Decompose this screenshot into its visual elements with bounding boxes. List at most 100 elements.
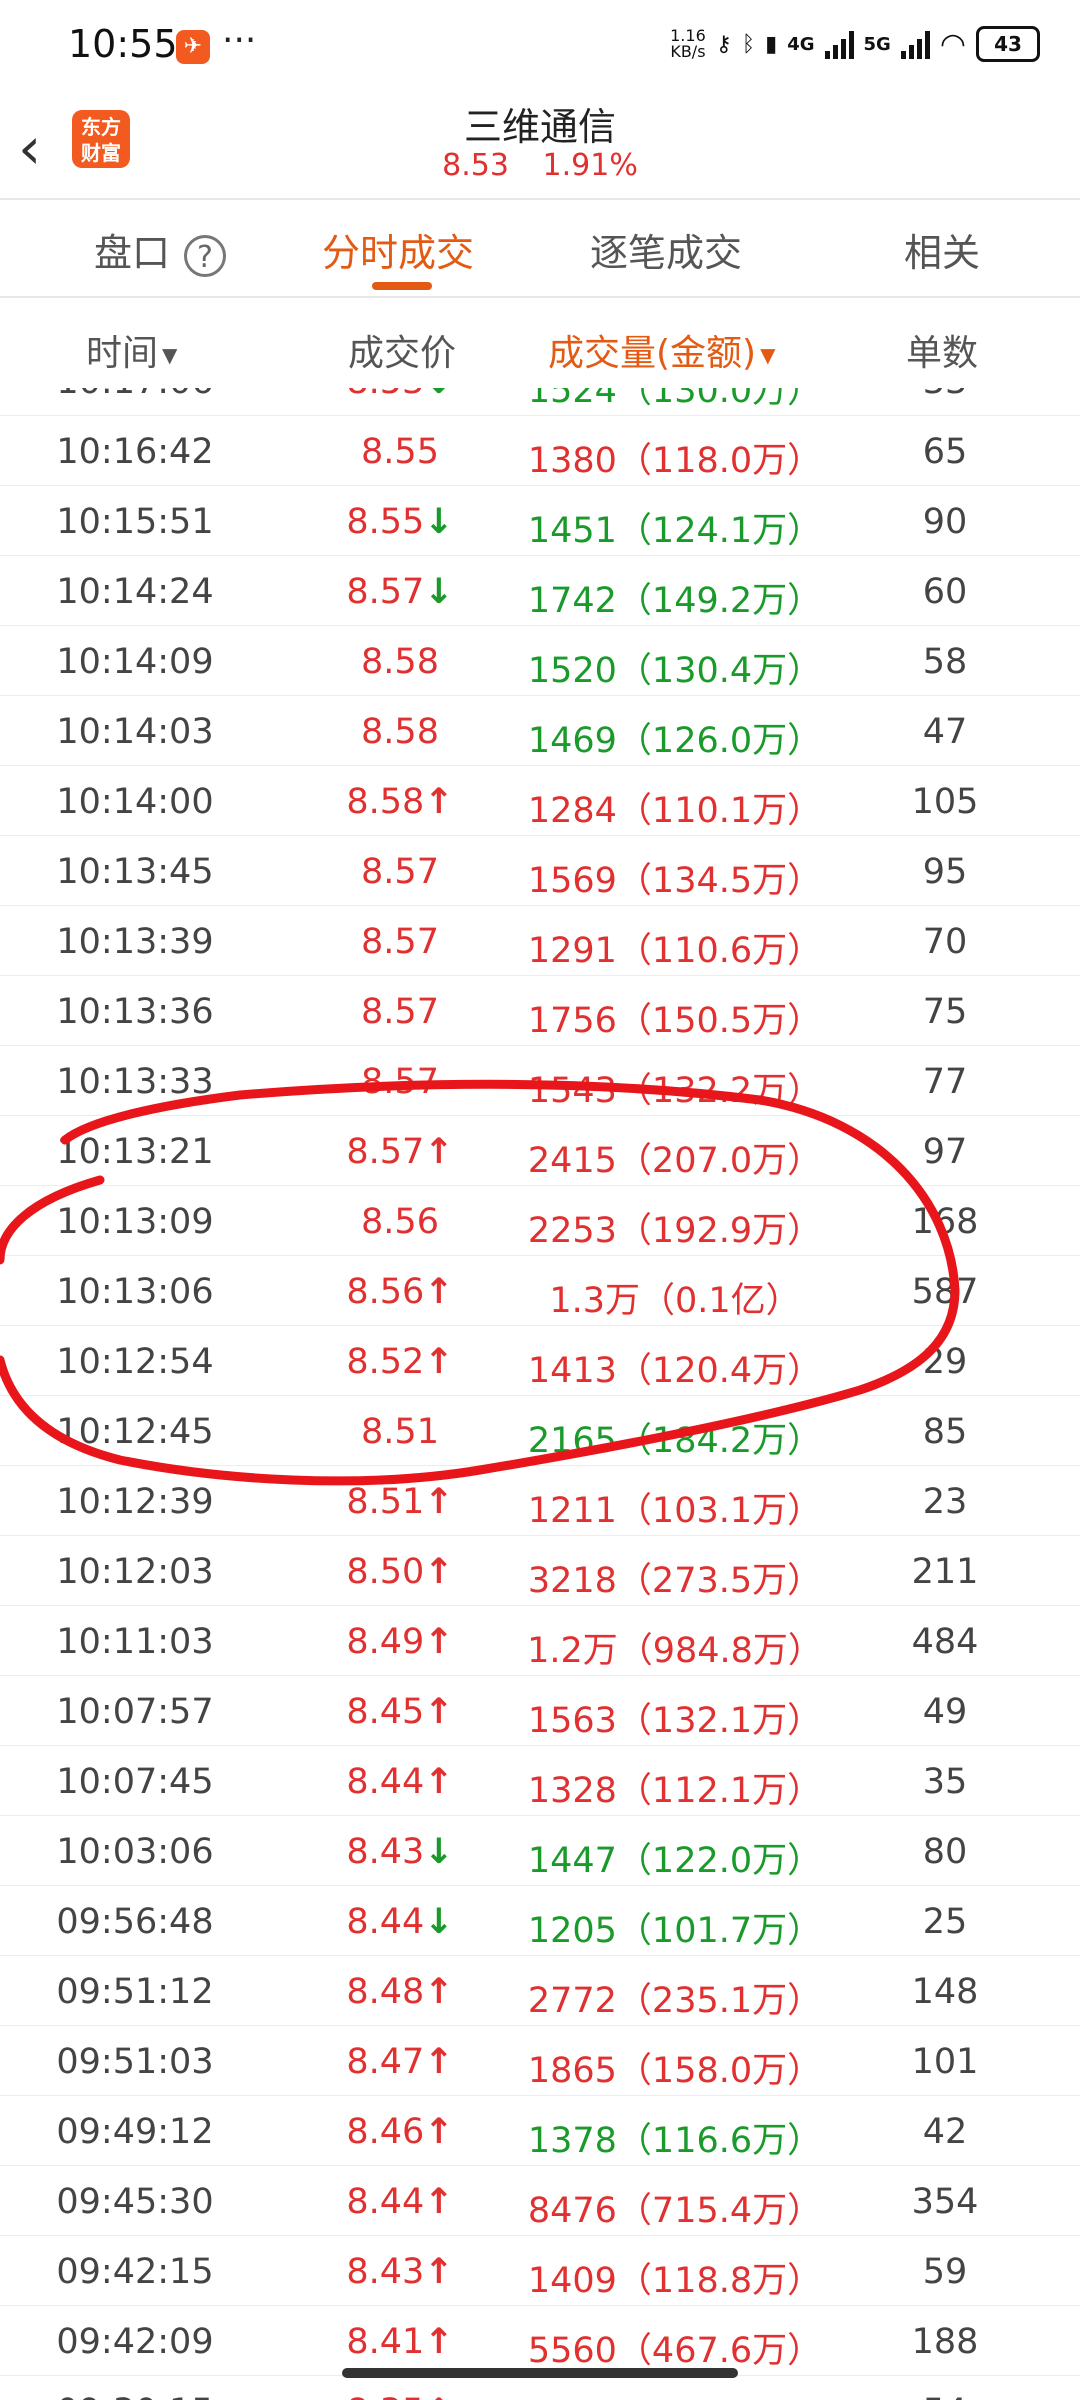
col-volume-header[interactable]: 成交量(金额) ▼ [548,324,775,376]
table-row[interactable]: 09:45:30 8.44↑ 8476（715.4万） 354 [0,2166,1080,2236]
tab-tick-trades[interactable]: 逐笔成交 [590,222,742,277]
cell-count: 65 [922,432,968,472]
table-row[interactable]: 09:42:09 8.41↑ 5560（467.6万） 188 [0,2306,1080,2376]
cell-count: 587 [911,1272,979,1312]
table-row[interactable]: 10:13:39 8.57 1291（110.6万） 70 [0,906,1080,976]
table-row[interactable]: 10:13:21 8.57↑ 2415（207.0万） 97 [0,1116,1080,1186]
table-row[interactable]: 09:49:12 8.46↑ 1378（116.6万） 42 [0,2096,1080,2166]
up-arrow-icon: ↑ [424,1622,454,1662]
table-row[interactable]: 10:14:03 8.58 1469（126.0万） 47 [0,696,1080,766]
cell-time: 10:07:57 [56,1692,214,1732]
table-row[interactable]: 09:30:158.35↑1232（102.9万）54 [0,2376,1080,2400]
up-arrow-icon: ↑ [424,2392,453,2400]
cell-price: 8.53↓ [300,388,500,402]
cell-price-value: 8.49 [346,1622,425,1662]
table-row[interactable]: 10:13:06 8.56↑ 1.3万（0.1亿） 587 [0,1256,1080,1326]
cell-time: 10:12:03 [56,1552,214,1592]
home-indicator[interactable] [342,2368,738,2378]
cell-price: 8.55 [300,432,500,472]
trades-table[interactable]: 10:17:068.53↓1524（130.0万）3310:16:428.551… [0,388,1080,2400]
table-row[interactable]: 10:12:39 8.51↑ 1211（103.1万） 23 [0,1466,1080,1536]
cell-count: 75 [922,992,968,1032]
cell-volume: 1205（101.7万） [527,1911,823,1951]
cell-price-value: 8.44 [346,2182,425,2222]
back-arrow-icon[interactable]: ‹ [18,114,41,182]
stock-header: 三维通信 8.53 1.91% ‹ 东方 财富 [0,96,1080,200]
cell-count: 42 [922,2112,968,2152]
cell-price: 8.44↓ [300,1902,500,1942]
table-row[interactable]: 09:51:03 8.47↑ 1865（158.0万） 101 [0,2026,1080,2096]
table-row[interactable]: 09:42:15 8.43↑ 1409（118.8万） 59 [0,2236,1080,2306]
cell-volume: 1380（118.0万） [527,441,823,481]
table-row[interactable]: 10:07:57 8.45↑ 1563（132.1万） 49 [0,1676,1080,1746]
table-row[interactable]: 10:12:54 8.52↑ 1413（120.4万） 29 [0,1326,1080,1396]
up-arrow-icon: ↑ [424,1482,454,1522]
cell-price-value: 8.58 [361,712,439,752]
cell-count: 47 [922,712,968,752]
bluetooth-icon: ᛒ [741,31,756,57]
col-time-header[interactable]: 时间 ▼ [86,324,177,376]
cell-count: 97 [922,1132,968,1172]
cell-count: 35 [922,1762,968,1802]
cell-price: 8.44↑ [300,1762,500,1802]
table-row[interactable]: 10:13:33 8.57 1543（132.2万） 77 [0,1046,1080,1116]
cell-count: 484 [911,1622,979,1662]
tab-related[interactable]: 相关 [904,222,980,277]
cell-price-value: 8.56 [361,1202,439,1242]
down-arrow-icon: ↓ [424,1902,454,1942]
cell-volume: 2165（184.2万） [527,1421,823,1461]
cell-volume: 1409（118.8万） [527,2261,823,2301]
cell-price: 8.47↑ [300,2042,500,2082]
cell-time: 10:07:45 [56,1762,214,1802]
cell-count: 101 [911,2042,979,2082]
cell-count: 49 [922,1692,968,1732]
table-row[interactable]: 10:03:06 8.43↓ 1447（122.0万） 80 [0,1816,1080,1886]
table-row[interactable]: 10:12:45 8.51 2165（184.2万） 85 [0,1396,1080,1466]
tab-order-book[interactable]: 盘口? [94,222,227,277]
table-row[interactable]: 10:14:24 8.57↓ 1742（149.2万） 60 [0,556,1080,626]
cell-price-value: 8.48 [346,1972,425,2012]
table-row[interactable]: 10:14:09 8.58 1520（130.4万） 58 [0,626,1080,696]
cell-time: 09:49:12 [56,2112,214,2152]
table-row[interactable]: 10:17:06 8.53↓ 1524（130.0万） 33 [0,388,1080,416]
status-icons: 1.16 KB/s ⚷ ᛒ ▮ 4G 5G ◠ 43 [670,26,1040,62]
signal-5g-icon [900,29,930,59]
cell-time: 10:16:42 [56,432,214,472]
table-row[interactable]: 10:12:03 8.50↑ 3218（273.5万） 211 [0,1536,1080,1606]
cell-volume: 2772（235.1万） [527,1981,823,2021]
cell-price-value: 8.57 [361,922,439,962]
cell-volume: 1291（110.6万） [527,931,823,971]
table-row[interactable]: 10:13:45 8.57 1569（134.5万） 95 [0,836,1080,906]
cell-volume: 1524（130.0万） [527,388,823,411]
table-row[interactable]: 10:14:00 8.58↑ 1284（110.1万） 105 [0,766,1080,836]
cell-price: 8.48↑ [300,1972,500,2012]
table-row[interactable]: 10:11:03 8.49↑ 1.2万（984.8万） 484 [0,1606,1080,1676]
cell-count: 95 [922,852,968,892]
cell-time: 09:51:12 [56,1972,214,2012]
tab-timeshare-trades[interactable]: 分时成交 [322,222,474,277]
cell-price-value: 8.35 [346,2392,424,2400]
table-row[interactable]: 09:51:12 8.48↑ 2772（235.1万） 148 [0,1956,1080,2026]
stock-name: 三维通信 [463,105,616,149]
cell-time: 10:13:45 [56,852,214,892]
cell-price-value: 8.44 [346,1762,425,1802]
help-icon[interactable]: ? [184,234,227,277]
cell-price: 8.41↑ [300,2322,500,2362]
up-arrow-icon: ↑ [424,2112,454,2152]
cell-count: 105 [911,782,979,822]
cell-price: 8.58↑ [300,782,500,822]
cell-time: 10:13:09 [56,1202,214,1242]
cell-count: 33 [880,388,1010,402]
table-row[interactable]: 09:56:48 8.44↓ 1205（101.7万） 25 [0,1886,1080,1956]
table-row[interactable]: 10:07:45 8.44↑ 1328（112.1万） 35 [0,1746,1080,1816]
up-arrow-icon: ↑ [424,2182,454,2222]
table-row[interactable]: 10:13:36 8.57 1756（150.5万） 75 [0,976,1080,1046]
table-row[interactable]: 10:13:09 8.56 2253（192.9万） 168 [0,1186,1080,1256]
cell-price-value: 8.43 [346,1832,425,1872]
cell-price: 8.58 [300,642,500,682]
cell-count: 60 [922,572,968,612]
table-row[interactable]: 10:16:42 8.55 1380（118.0万） 65 [0,416,1080,486]
cell-count: 85 [922,1412,968,1452]
table-row[interactable]: 10:15:51 8.55↓ 1451（124.1万） 90 [0,486,1080,556]
network-5g-label: 5G [863,33,891,55]
